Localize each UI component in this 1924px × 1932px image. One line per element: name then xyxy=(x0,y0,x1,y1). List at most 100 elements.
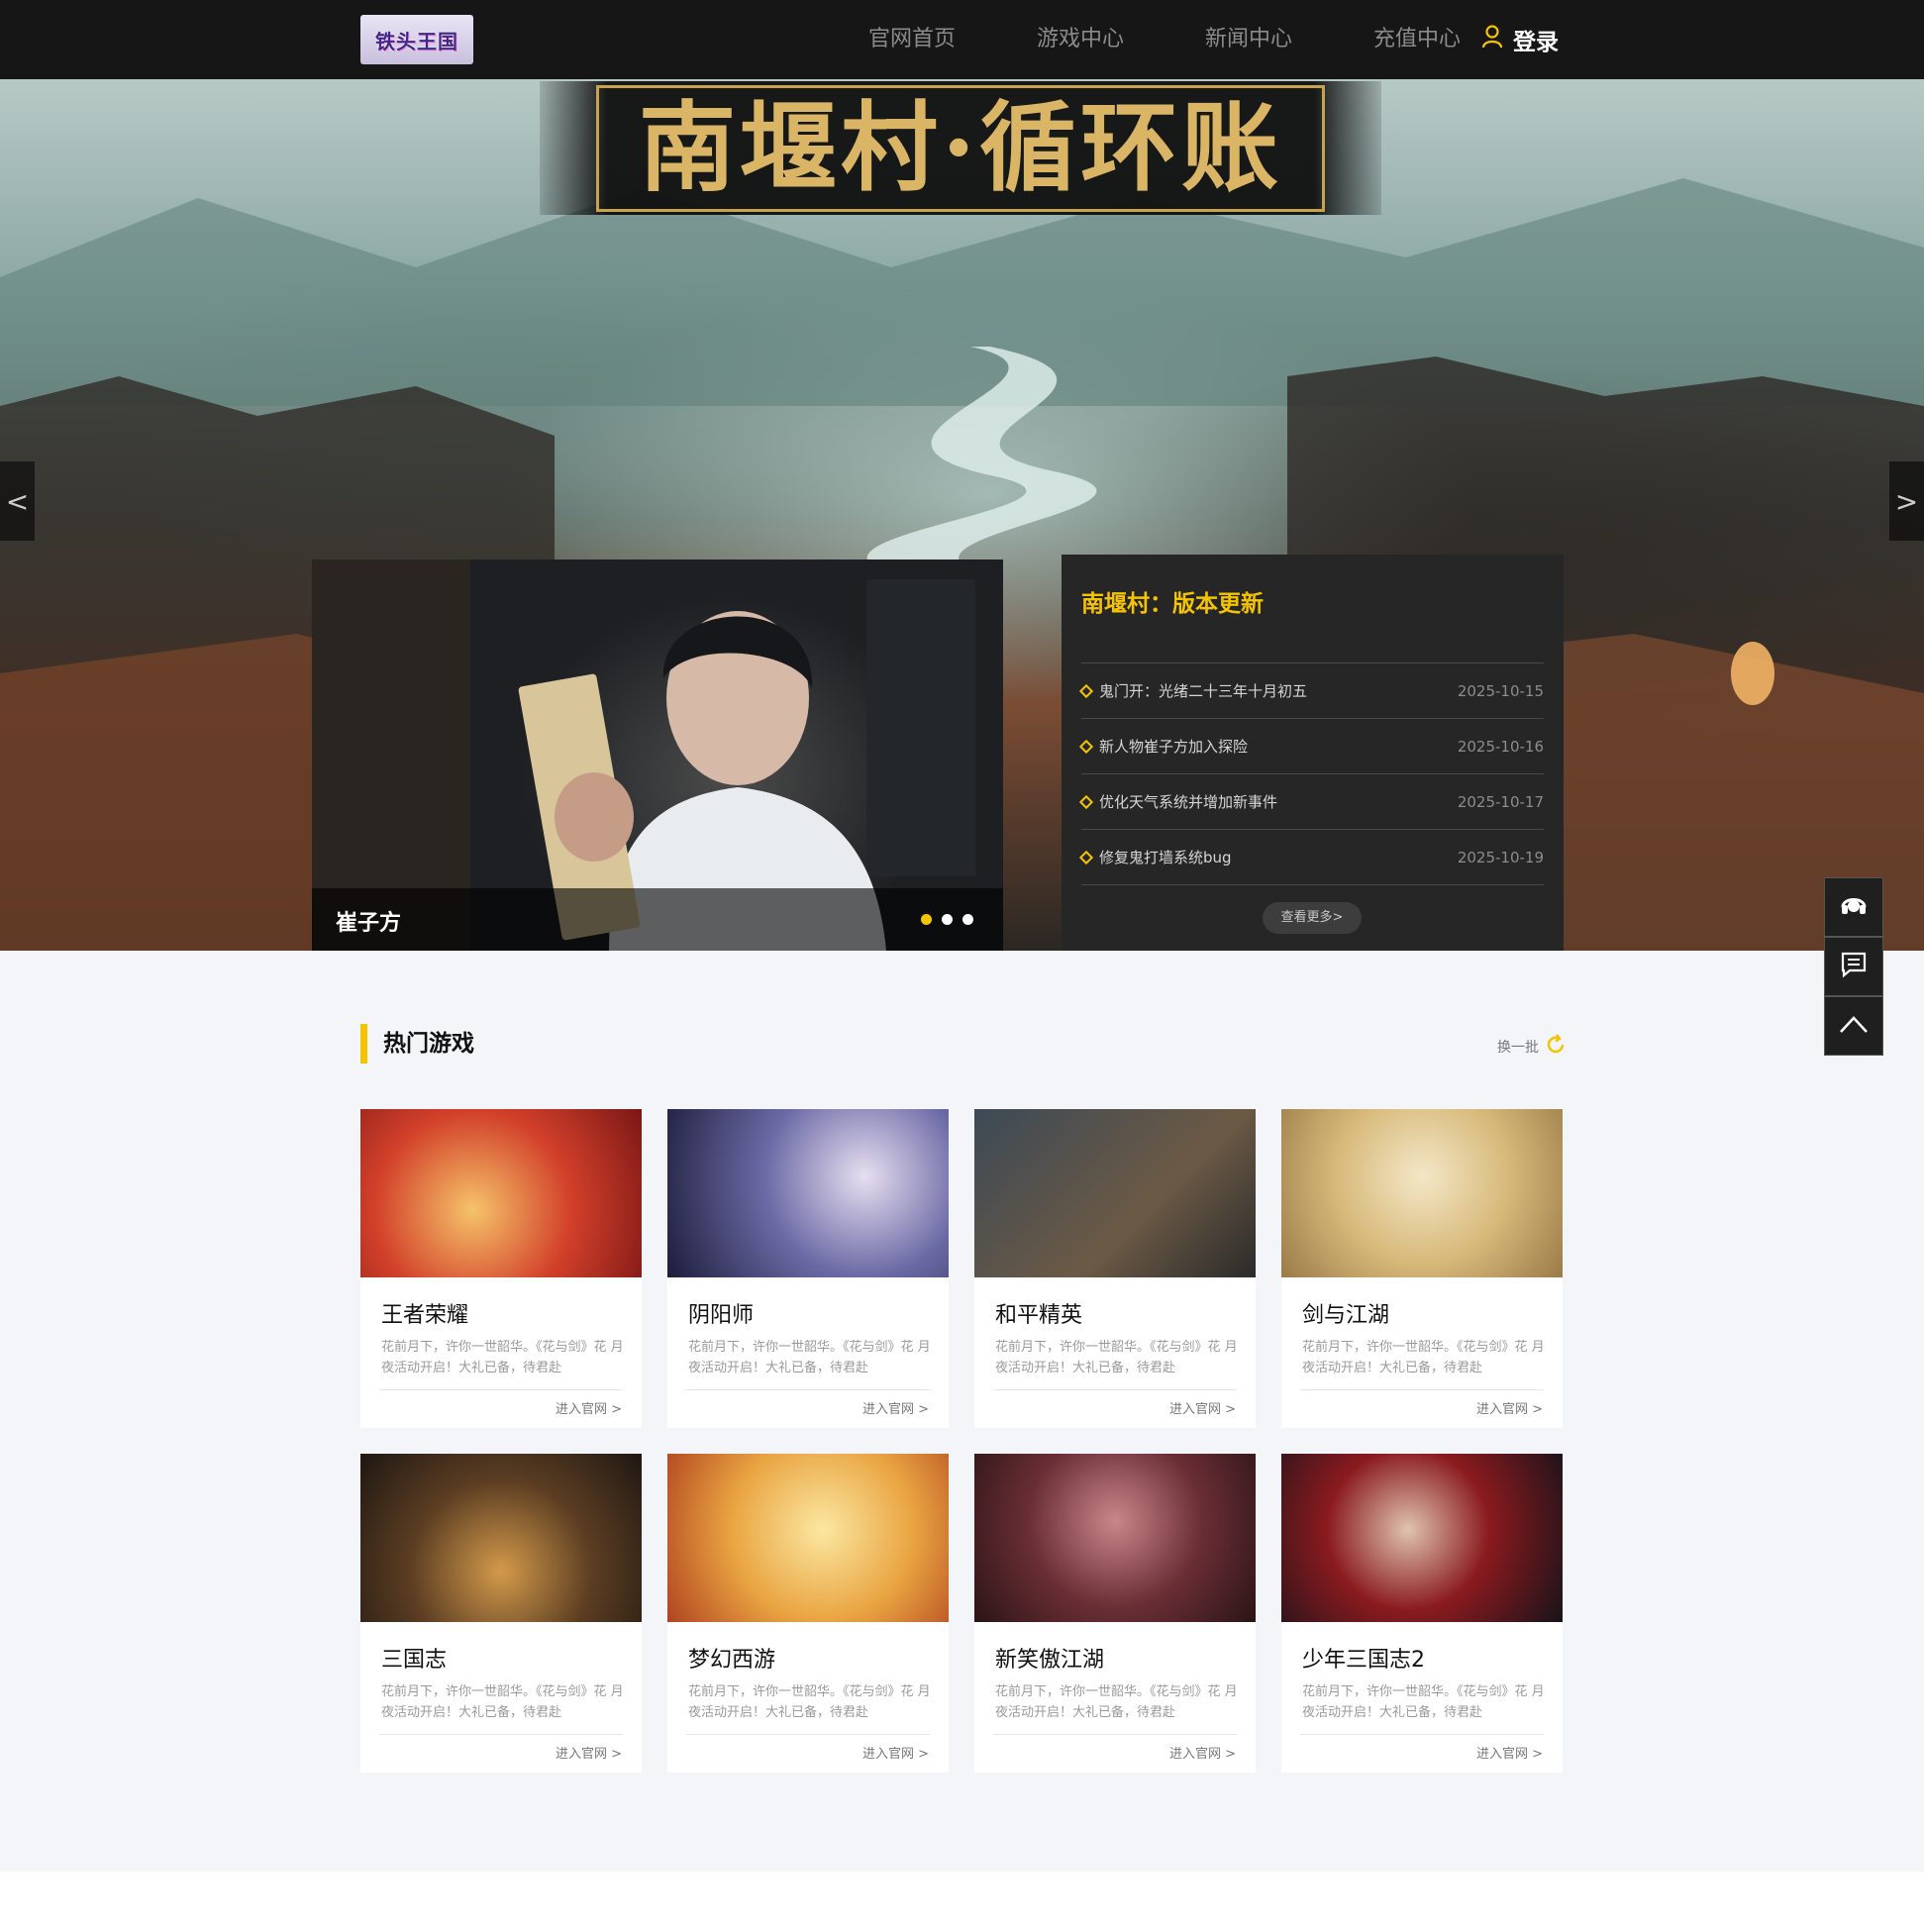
game-name: 少年三国志2 xyxy=(1302,1648,1425,1673)
back-to-top-button[interactable] xyxy=(1824,996,1883,1056)
game-image xyxy=(974,1454,1256,1622)
feature-dot-1[interactable] xyxy=(921,914,932,925)
feature-slider[interactable]: 崔子方 xyxy=(312,559,1003,951)
game-image xyxy=(667,1109,949,1277)
news-item-date: 2025-10-19 xyxy=(1457,848,1544,866)
game-card[interactable]: 梦幻西游 花前月下，许你一世韶华。《花与剑》花 月夜活动开启！大礼已备，待君赴 … xyxy=(667,1454,949,1773)
game-card[interactable]: 王者荣耀 花前月下，许你一世韶华。《花与剑》花 月夜活动开启！大礼已备，待君赴 … xyxy=(360,1109,642,1428)
headset-icon xyxy=(1839,890,1869,924)
news-item[interactable]: 鬼门开：光绪二十三年十月初五 2025-10-15 xyxy=(1078,663,1544,719)
game-name: 阴阳师 xyxy=(688,1303,755,1328)
feature-pagination xyxy=(921,914,973,925)
card-divider xyxy=(993,1734,1237,1735)
card-divider xyxy=(1300,1389,1544,1390)
card-divider xyxy=(993,1389,1237,1390)
game-description: 花前月下，许你一世韶华。《花与剑》花 月夜活动开启！大礼已备，待君赴 xyxy=(995,1684,1238,1720)
news-item[interactable]: 新人物崔子方加入探险 2025-10-16 xyxy=(1078,719,1544,774)
game-name: 三国志 xyxy=(381,1648,448,1673)
news-item[interactable]: 优化天气系统并增加新事件 2025-10-17 xyxy=(1078,774,1544,830)
enter-site-link[interactable]: 进入官网 > xyxy=(862,1398,929,1417)
game-description: 花前月下，许你一世韶华。《花与剑》花 月夜活动开启！大礼已备，待君赴 xyxy=(1302,1684,1545,1720)
enter-site-link[interactable]: 进入官网 > xyxy=(556,1743,622,1762)
hero-title: 南堰村·循环账 xyxy=(638,90,1283,205)
game-name: 梦幻西游 xyxy=(688,1648,776,1673)
game-description: 花前月下，许你一世韶华。《花与剑》花 月夜活动开启！大礼已备，待君赴 xyxy=(995,1340,1238,1375)
enter-site-link[interactable]: 进入官网 > xyxy=(1476,1398,1543,1417)
enter-site-link[interactable]: 进入官网 > xyxy=(1169,1398,1236,1417)
hero-prev-arrow[interactable]: < xyxy=(0,461,35,541)
game-image xyxy=(360,1109,642,1277)
card-divider xyxy=(686,1734,930,1735)
news-title: 南堰村：版本更新 xyxy=(1081,591,1264,617)
hero-next-arrow[interactable]: > xyxy=(1889,461,1924,541)
nav-item-home[interactable]: 官网首页 xyxy=(828,0,996,79)
logo-text: 铁头王国 xyxy=(375,29,458,53)
news-item-title: 修复鬼打墙系统bug xyxy=(1099,849,1232,866)
user-icon xyxy=(1481,25,1503,54)
game-card[interactable]: 少年三国志2 花前月下，许你一世韶华。《花与剑》花 月夜活动开启！大礼已备，待君… xyxy=(1281,1454,1563,1773)
game-description: 花前月下，许你一世韶华。《花与剑》花 月夜活动开启！大礼已备，待君赴 xyxy=(381,1340,624,1375)
news-item-date: 2025-10-16 xyxy=(1457,737,1544,756)
news-item-date: 2025-10-17 xyxy=(1457,792,1544,811)
news-more-button[interactable]: 查看更多> xyxy=(1263,902,1362,934)
card-divider xyxy=(1300,1734,1544,1735)
nav-item-recharge[interactable]: 充值中心 xyxy=(1333,0,1501,79)
news-panel: 南堰村：版本更新 鬼门开：光绪二十三年十月初五 2025-10-15 新人物崔子… xyxy=(1062,555,1564,951)
section-title: 热门游戏 xyxy=(360,1024,474,1064)
site-logo[interactable]: 铁头王国 xyxy=(360,15,473,64)
diamond-icon xyxy=(1078,683,1094,698)
refresh-label: 换一批 xyxy=(1497,1040,1539,1056)
main-nav: 官网首页 游戏中心 新闻中心 充值中心 xyxy=(828,0,1501,79)
card-divider xyxy=(379,1734,623,1735)
login-button[interactable]: 登录 xyxy=(1481,0,1559,79)
game-name: 剑与江湖 xyxy=(1302,1303,1390,1328)
enter-site-link[interactable]: 进入官网 > xyxy=(1476,1743,1543,1762)
news-item-title: 新人物崔子方加入探险 xyxy=(1099,738,1249,756)
nav-item-games[interactable]: 游戏中心 xyxy=(996,0,1165,79)
diamond-icon xyxy=(1078,850,1094,864)
hero-title-frame: 南堰村·循环账 xyxy=(595,84,1326,212)
game-name: 和平精英 xyxy=(995,1303,1083,1328)
refresh-icon xyxy=(1545,1034,1567,1060)
enter-site-link[interactable]: 进入官网 > xyxy=(556,1398,622,1417)
game-name: 新笑傲江湖 xyxy=(995,1648,1105,1673)
feature-name: 崔子方 xyxy=(336,911,402,936)
login-label: 登录 xyxy=(1513,30,1559,55)
card-divider xyxy=(686,1389,930,1390)
feature-caption: 崔子方 xyxy=(312,888,1003,951)
game-card[interactable]: 剑与江湖 花前月下，许你一世韶华。《花与剑》花 月夜活动开启！大礼已备，待君赴 … xyxy=(1281,1109,1563,1428)
news-item[interactable]: 修复鬼打墙系统bug 2025-10-19 xyxy=(1078,830,1544,885)
feature-dot-2[interactable] xyxy=(942,914,953,925)
game-description: 花前月下，许你一世韶华。《花与剑》花 月夜活动开启！大礼已备，待君赴 xyxy=(1302,1340,1545,1375)
news-item-date: 2025-10-15 xyxy=(1457,681,1544,700)
game-card[interactable]: 三国志 花前月下，许你一世韶华。《花与剑》花 月夜活动开启！大礼已备，待君赴 进… xyxy=(360,1454,642,1773)
refresh-button[interactable]: 换一批 xyxy=(1497,1034,1567,1060)
news-item-title: 优化天气系统并增加新事件 xyxy=(1099,793,1278,811)
site-header: 铁头王国 官网首页 游戏中心 新闻中心 充值中心 登录 xyxy=(0,0,1924,79)
customer-service-button[interactable] xyxy=(1824,877,1883,937)
arrow-up-icon xyxy=(1839,1014,1869,1038)
enter-site-link[interactable]: 进入官网 > xyxy=(862,1743,929,1762)
message-button[interactable] xyxy=(1824,937,1883,996)
game-image xyxy=(1281,1454,1563,1622)
game-image xyxy=(360,1454,642,1622)
diamond-icon xyxy=(1078,794,1094,809)
game-description: 花前月下，许你一世韶华。《花与剑》花 月夜活动开启！大礼已备，待君赴 xyxy=(688,1340,931,1375)
game-card[interactable]: 阴阳师 花前月下，许你一世韶华。《花与剑》花 月夜活动开启！大礼已备，待君赴 进… xyxy=(667,1109,949,1428)
hero-title-banner: 南堰村·循环账 xyxy=(540,81,1381,215)
diamond-icon xyxy=(1078,739,1094,754)
game-image xyxy=(667,1454,949,1622)
nav-item-news[interactable]: 新闻中心 xyxy=(1165,0,1333,79)
card-divider xyxy=(379,1389,623,1390)
news-item-title: 鬼门开：光绪二十三年十月初五 xyxy=(1099,682,1308,700)
side-toolbar xyxy=(1824,877,1883,1056)
enter-site-link[interactable]: 进入官网 > xyxy=(1169,1743,1236,1762)
news-list: 鬼门开：光绪二十三年十月初五 2025-10-15 新人物崔子方加入探险 202… xyxy=(1078,662,1544,885)
game-image xyxy=(974,1109,1256,1277)
game-description: 花前月下，许你一世韶华。《花与剑》花 月夜活动开启！大礼已备，待君赴 xyxy=(381,1684,624,1720)
game-card[interactable]: 新笑傲江湖 花前月下，许你一世韶华。《花与剑》花 月夜活动开启！大礼已备，待君赴… xyxy=(974,1454,1256,1773)
feature-dot-3[interactable] xyxy=(962,914,973,925)
game-card[interactable]: 和平精英 花前月下，许你一世韶华。《花与剑》花 月夜活动开启！大礼已备，待君赴 … xyxy=(974,1109,1256,1428)
hot-games-section: 热门游戏 换一批 王者荣耀 花前月下，许你一世韶华。《花与剑》花 月夜活动开启！… xyxy=(0,951,1924,1872)
game-name: 王者荣耀 xyxy=(381,1303,469,1328)
